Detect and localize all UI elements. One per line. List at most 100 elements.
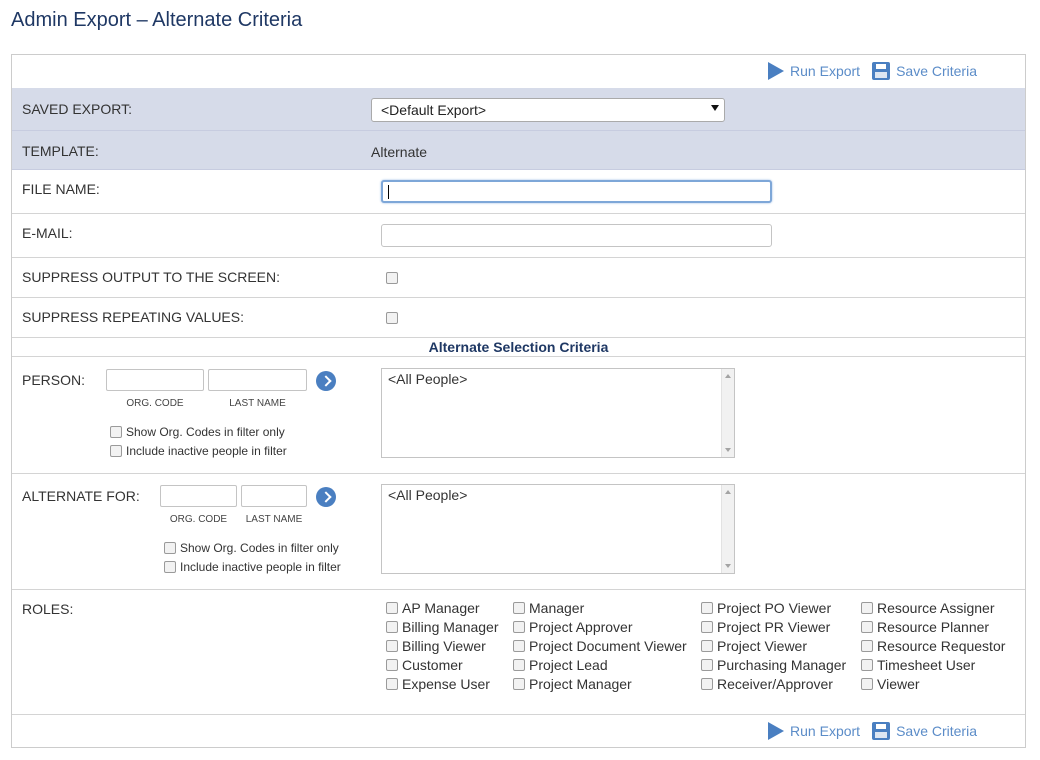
save-criteria-button[interactable]: Save Criteria — [872, 62, 977, 80]
run-export-label: Run Export — [790, 723, 861, 739]
alternate-for-show-org-codes-checkbox[interactable] — [164, 542, 176, 554]
role-ap-manager[interactable]: AP Manager — [386, 600, 480, 616]
alternate-for-include-inactive-checkbox[interactable] — [164, 561, 176, 573]
person-search-arrow-icon[interactable] — [316, 371, 336, 391]
role-checkbox[interactable] — [701, 659, 713, 671]
suppress-repeating-row: SUPPRESS REPEATING VALUES: — [12, 298, 1025, 338]
role-checkbox[interactable] — [386, 640, 398, 652]
role-timesheet-user[interactable]: Timesheet User — [861, 657, 975, 673]
role-label: Project Viewer — [717, 638, 808, 654]
alternate-for-show-org-codes-label: Show Org. Codes in filter only — [180, 541, 339, 555]
role-project-lead[interactable]: Project Lead — [513, 657, 608, 673]
role-resource-planner[interactable]: Resource Planner — [861, 619, 989, 635]
person-list-scrollbar[interactable] — [721, 369, 734, 457]
role-label: Expense User — [402, 676, 490, 692]
person-include-inactive-option[interactable]: Include inactive people in filter — [110, 444, 287, 458]
role-label: Project Manager — [529, 676, 632, 692]
role-label: AP Manager — [402, 600, 480, 616]
suppress-repeating-label: SUPPRESS REPEATING VALUES: — [22, 309, 244, 325]
role-label: Project Approver — [529, 619, 633, 635]
person-include-inactive-checkbox[interactable] — [110, 445, 122, 457]
role-checkbox[interactable] — [386, 602, 398, 614]
role-checkbox[interactable] — [386, 659, 398, 671]
alternate-for-search-arrow-icon[interactable] — [316, 487, 336, 507]
person-label: PERSON: — [22, 372, 86, 388]
role-billing-viewer[interactable]: Billing Viewer — [386, 638, 486, 654]
role-project-approver[interactable]: Project Approver — [513, 619, 633, 635]
role-checkbox[interactable] — [861, 640, 873, 652]
role-checkbox[interactable] — [513, 659, 525, 671]
person-last-name-input[interactable] — [208, 369, 307, 391]
role-label: Project PO Viewer — [717, 600, 832, 616]
role-resource-requestor[interactable]: Resource Requestor — [861, 638, 1005, 654]
run-export-label: Run Export — [790, 63, 861, 79]
scroll-up-arrow-icon[interactable] — [725, 374, 731, 378]
file-name-input[interactable] — [381, 180, 772, 203]
role-label: Project PR Viewer — [717, 619, 831, 635]
suppress-repeating-checkbox[interactable] — [386, 312, 398, 324]
role-checkbox[interactable] — [701, 602, 713, 614]
role-checkbox[interactable] — [861, 602, 873, 614]
role-checkbox[interactable] — [513, 602, 525, 614]
role-checkbox[interactable] — [861, 659, 873, 671]
role-manager[interactable]: Manager — [513, 600, 584, 616]
alternate-for-list-scrollbar[interactable] — [721, 485, 734, 573]
section-title: Alternate Selection Criteria — [12, 338, 1025, 357]
person-list-item[interactable]: <All People> — [388, 371, 728, 387]
suppress-output-row: SUPPRESS OUTPUT TO THE SCREEN: — [12, 258, 1025, 298]
role-checkbox[interactable] — [386, 678, 398, 690]
role-checkbox[interactable] — [513, 621, 525, 633]
role-checkbox[interactable] — [701, 678, 713, 690]
role-billing-manager[interactable]: Billing Manager — [386, 619, 499, 635]
role-checkbox[interactable] — [386, 621, 398, 633]
alternate-for-listbox[interactable]: <All People> — [381, 484, 735, 574]
role-checkbox[interactable] — [513, 640, 525, 652]
template-label: TEMPLATE: — [22, 143, 99, 159]
alternate-for-show-org-codes-option[interactable]: Show Org. Codes in filter only — [164, 541, 339, 555]
scroll-down-arrow-icon[interactable] — [725, 448, 731, 452]
run-export-button[interactable]: Run Export — [768, 62, 860, 80]
saved-export-select[interactable]: <Default Export> — [371, 98, 725, 122]
suppress-output-checkbox[interactable] — [386, 272, 398, 284]
role-expense-user[interactable]: Expense User — [386, 676, 490, 692]
email-input[interactable] — [381, 224, 772, 247]
alternate-for-org-code-input[interactable] — [160, 485, 237, 507]
role-project-po-viewer[interactable]: Project PO Viewer — [701, 600, 831, 616]
run-export-button[interactable]: Run Export — [768, 722, 860, 740]
role-project-viewer[interactable]: Project Viewer — [701, 638, 807, 654]
scroll-up-arrow-icon[interactable] — [725, 490, 731, 494]
role-viewer[interactable]: Viewer — [861, 676, 920, 692]
scroll-down-arrow-icon[interactable] — [725, 564, 731, 568]
alternate-for-list-item[interactable]: <All People> — [388, 487, 728, 503]
person-org-code-input[interactable] — [106, 369, 204, 391]
dropdown-caret-icon — [711, 105, 719, 111]
person-show-org-codes-option[interactable]: Show Org. Codes in filter only — [110, 425, 285, 439]
role-customer[interactable]: Customer — [386, 657, 463, 673]
role-project-document-viewer[interactable]: Project Document Viewer — [513, 638, 687, 654]
role-checkbox[interactable] — [701, 640, 713, 652]
role-checkbox[interactable] — [861, 678, 873, 690]
role-label: Manager — [529, 600, 585, 616]
role-project-manager[interactable]: Project Manager — [513, 676, 632, 692]
top-toolbar: Run Export Save Criteria — [768, 61, 977, 81]
role-project-pr-viewer[interactable]: Project PR Viewer — [701, 619, 830, 635]
alternate-for-include-inactive-option[interactable]: Include inactive people in filter — [164, 560, 341, 574]
role-checkbox[interactable] — [513, 678, 525, 690]
role-resource-assigner[interactable]: Resource Assigner — [861, 600, 995, 616]
role-checkbox[interactable] — [861, 621, 873, 633]
export-form-panel: Run Export Save Criteria SAVED EXPORT: <… — [11, 54, 1026, 748]
page-title: Admin Export – Alternate Criteria — [11, 9, 303, 31]
role-label: Customer — [402, 657, 463, 673]
alternate-for-row: ALTERNATE FOR: ORG. CODE LAST NAME Show … — [12, 474, 1025, 590]
person-listbox[interactable]: <All People> — [381, 368, 735, 458]
role-checkbox[interactable] — [701, 621, 713, 633]
saved-export-label: SAVED EXPORT: — [22, 101, 132, 117]
save-criteria-button[interactable]: Save Criteria — [872, 722, 977, 740]
person-last-name-caption: LAST NAME — [229, 398, 286, 409]
person-show-org-codes-checkbox[interactable] — [110, 426, 122, 438]
template-row: TEMPLATE: Alternate — [12, 131, 1025, 170]
role-purchasing-manager[interactable]: Purchasing Manager — [701, 657, 846, 673]
alternate-for-last-name-input[interactable] — [241, 485, 307, 507]
role-receiver-approver[interactable]: Receiver/Approver — [701, 676, 833, 692]
role-label: Receiver/Approver — [717, 676, 833, 692]
